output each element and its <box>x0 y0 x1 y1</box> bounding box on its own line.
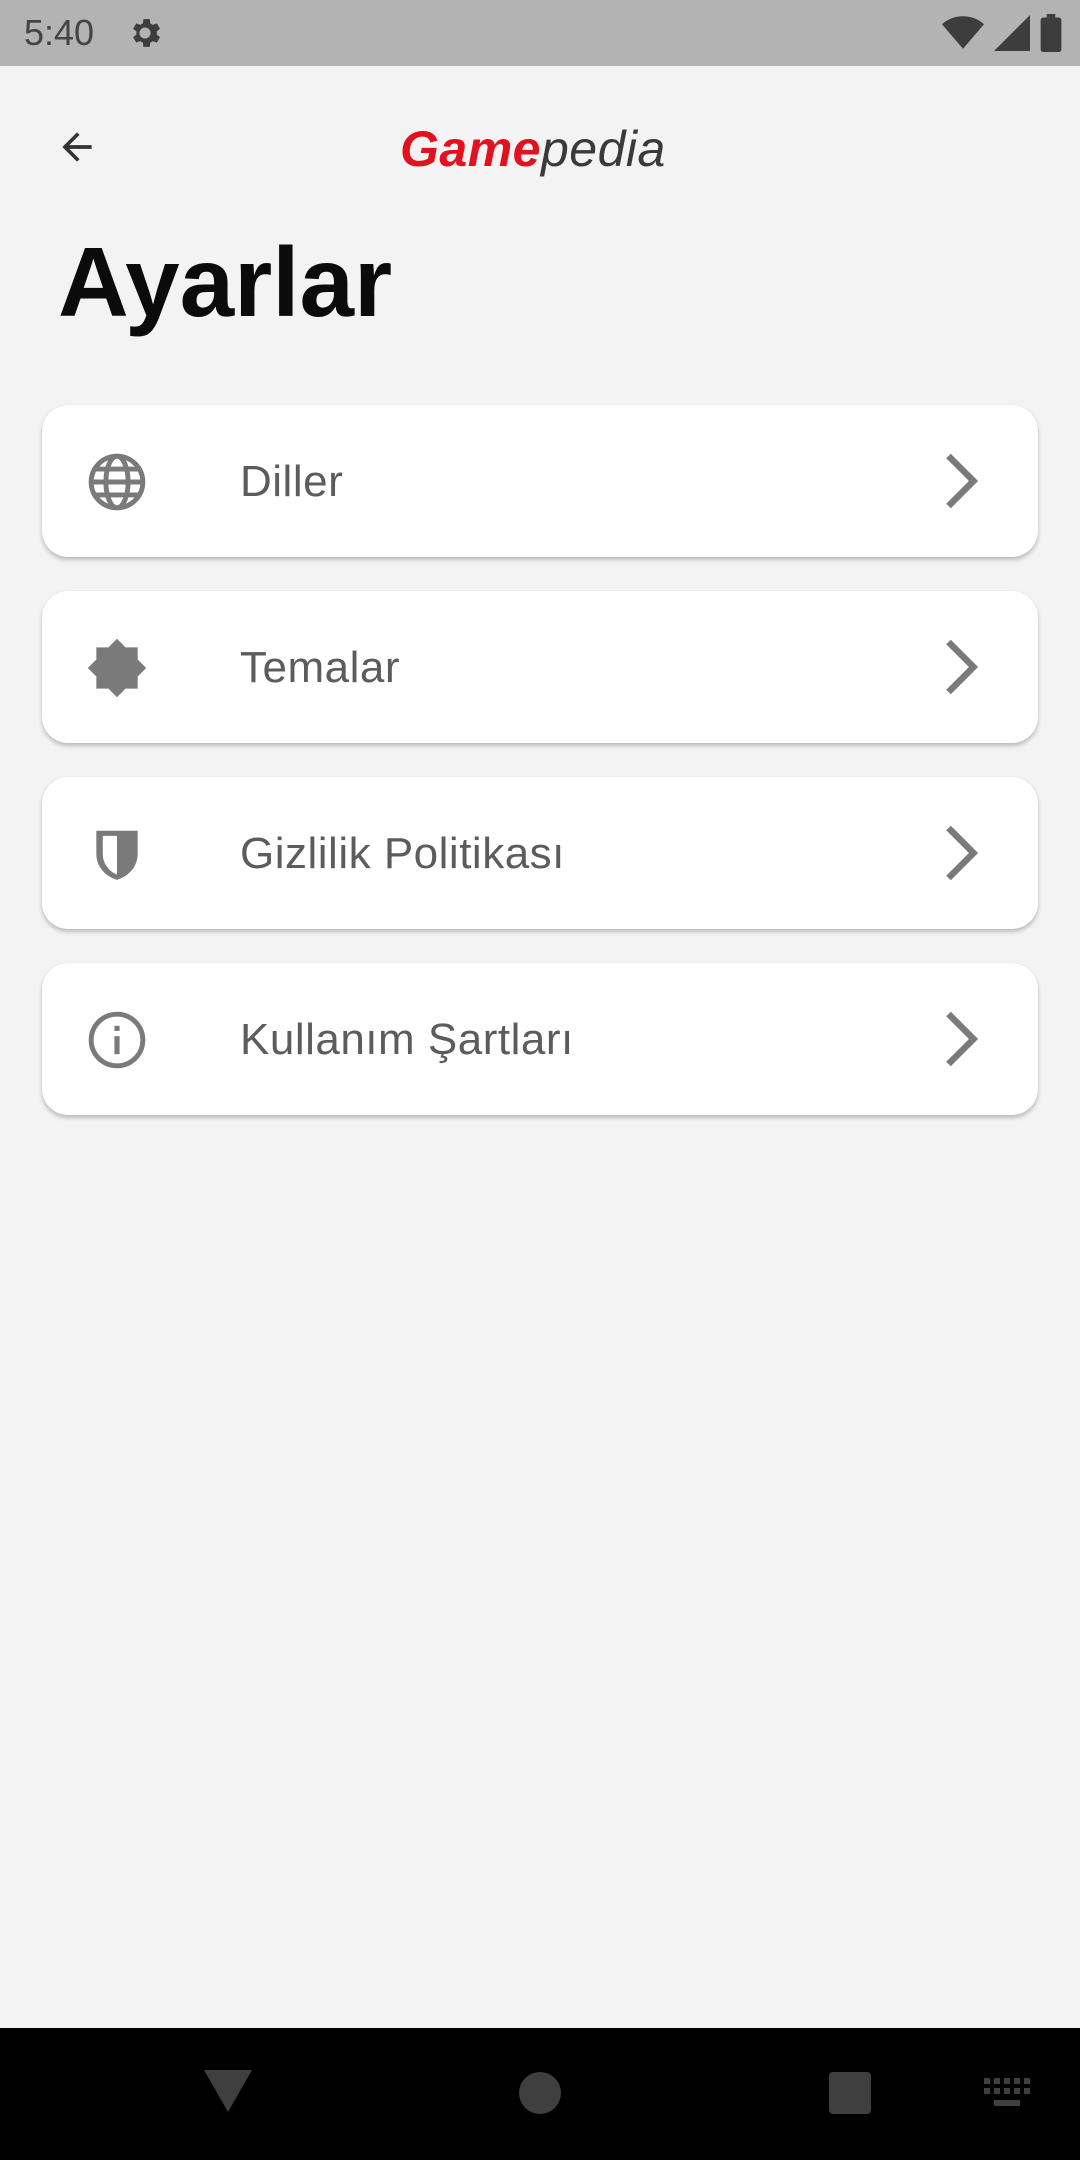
menu-item-terms-of-use[interactable]: Kullanım Şartları <box>42 963 1038 1115</box>
menu-item-label: Diller <box>240 457 344 506</box>
nav-home-icon[interactable] <box>519 2072 561 2114</box>
back-button[interactable] <box>44 116 110 182</box>
menu-item-label: Gizlilik Politikası <box>240 829 565 878</box>
signal-icon <box>994 15 1030 56</box>
menu-item-privacy-policy[interactable]: Gizlilik Politikası <box>42 777 1038 929</box>
menu-item-label: Temalar <box>240 643 400 692</box>
settings-menu: Diller Temalar Gizlilik Politikası Kulla… <box>42 405 1038 1149</box>
logo-game-text: Game <box>400 121 541 177</box>
menu-item-themes[interactable]: Temalar <box>42 591 1038 743</box>
chevron-right-icon <box>936 823 986 883</box>
chevron-right-icon <box>936 451 986 511</box>
app-bar: Gamepedia <box>0 66 1080 226</box>
globe-icon <box>86 451 148 513</box>
battery-icon <box>1040 14 1062 57</box>
menu-item-languages[interactable]: Diller <box>42 405 1038 557</box>
wifi-icon <box>942 15 984 56</box>
nav-recent-icon[interactable] <box>829 2072 871 2114</box>
status-time: 5:40 <box>24 12 95 53</box>
shield-icon <box>86 823 148 885</box>
arrow-left-icon <box>52 125 102 174</box>
app-logo: Gamepedia <box>400 114 666 184</box>
chevron-right-icon <box>936 1009 986 1069</box>
keyboard-icon[interactable] <box>984 2078 1030 2113</box>
status-icons <box>942 14 1062 57</box>
menu-item-label: Kullanım Şartları <box>240 1015 574 1064</box>
system-nav-bar <box>0 2028 1080 2160</box>
gear-icon <box>126 14 164 52</box>
nav-back-icon[interactable] <box>204 2070 252 2117</box>
logo-pedia-text: pedia <box>540 121 666 177</box>
page-title: Ayarlar <box>58 227 393 337</box>
chevron-right-icon <box>936 637 986 697</box>
status-bar: 5:40 <box>0 0 1080 66</box>
theme-brightness-icon <box>86 637 148 699</box>
info-icon <box>86 1009 148 1071</box>
